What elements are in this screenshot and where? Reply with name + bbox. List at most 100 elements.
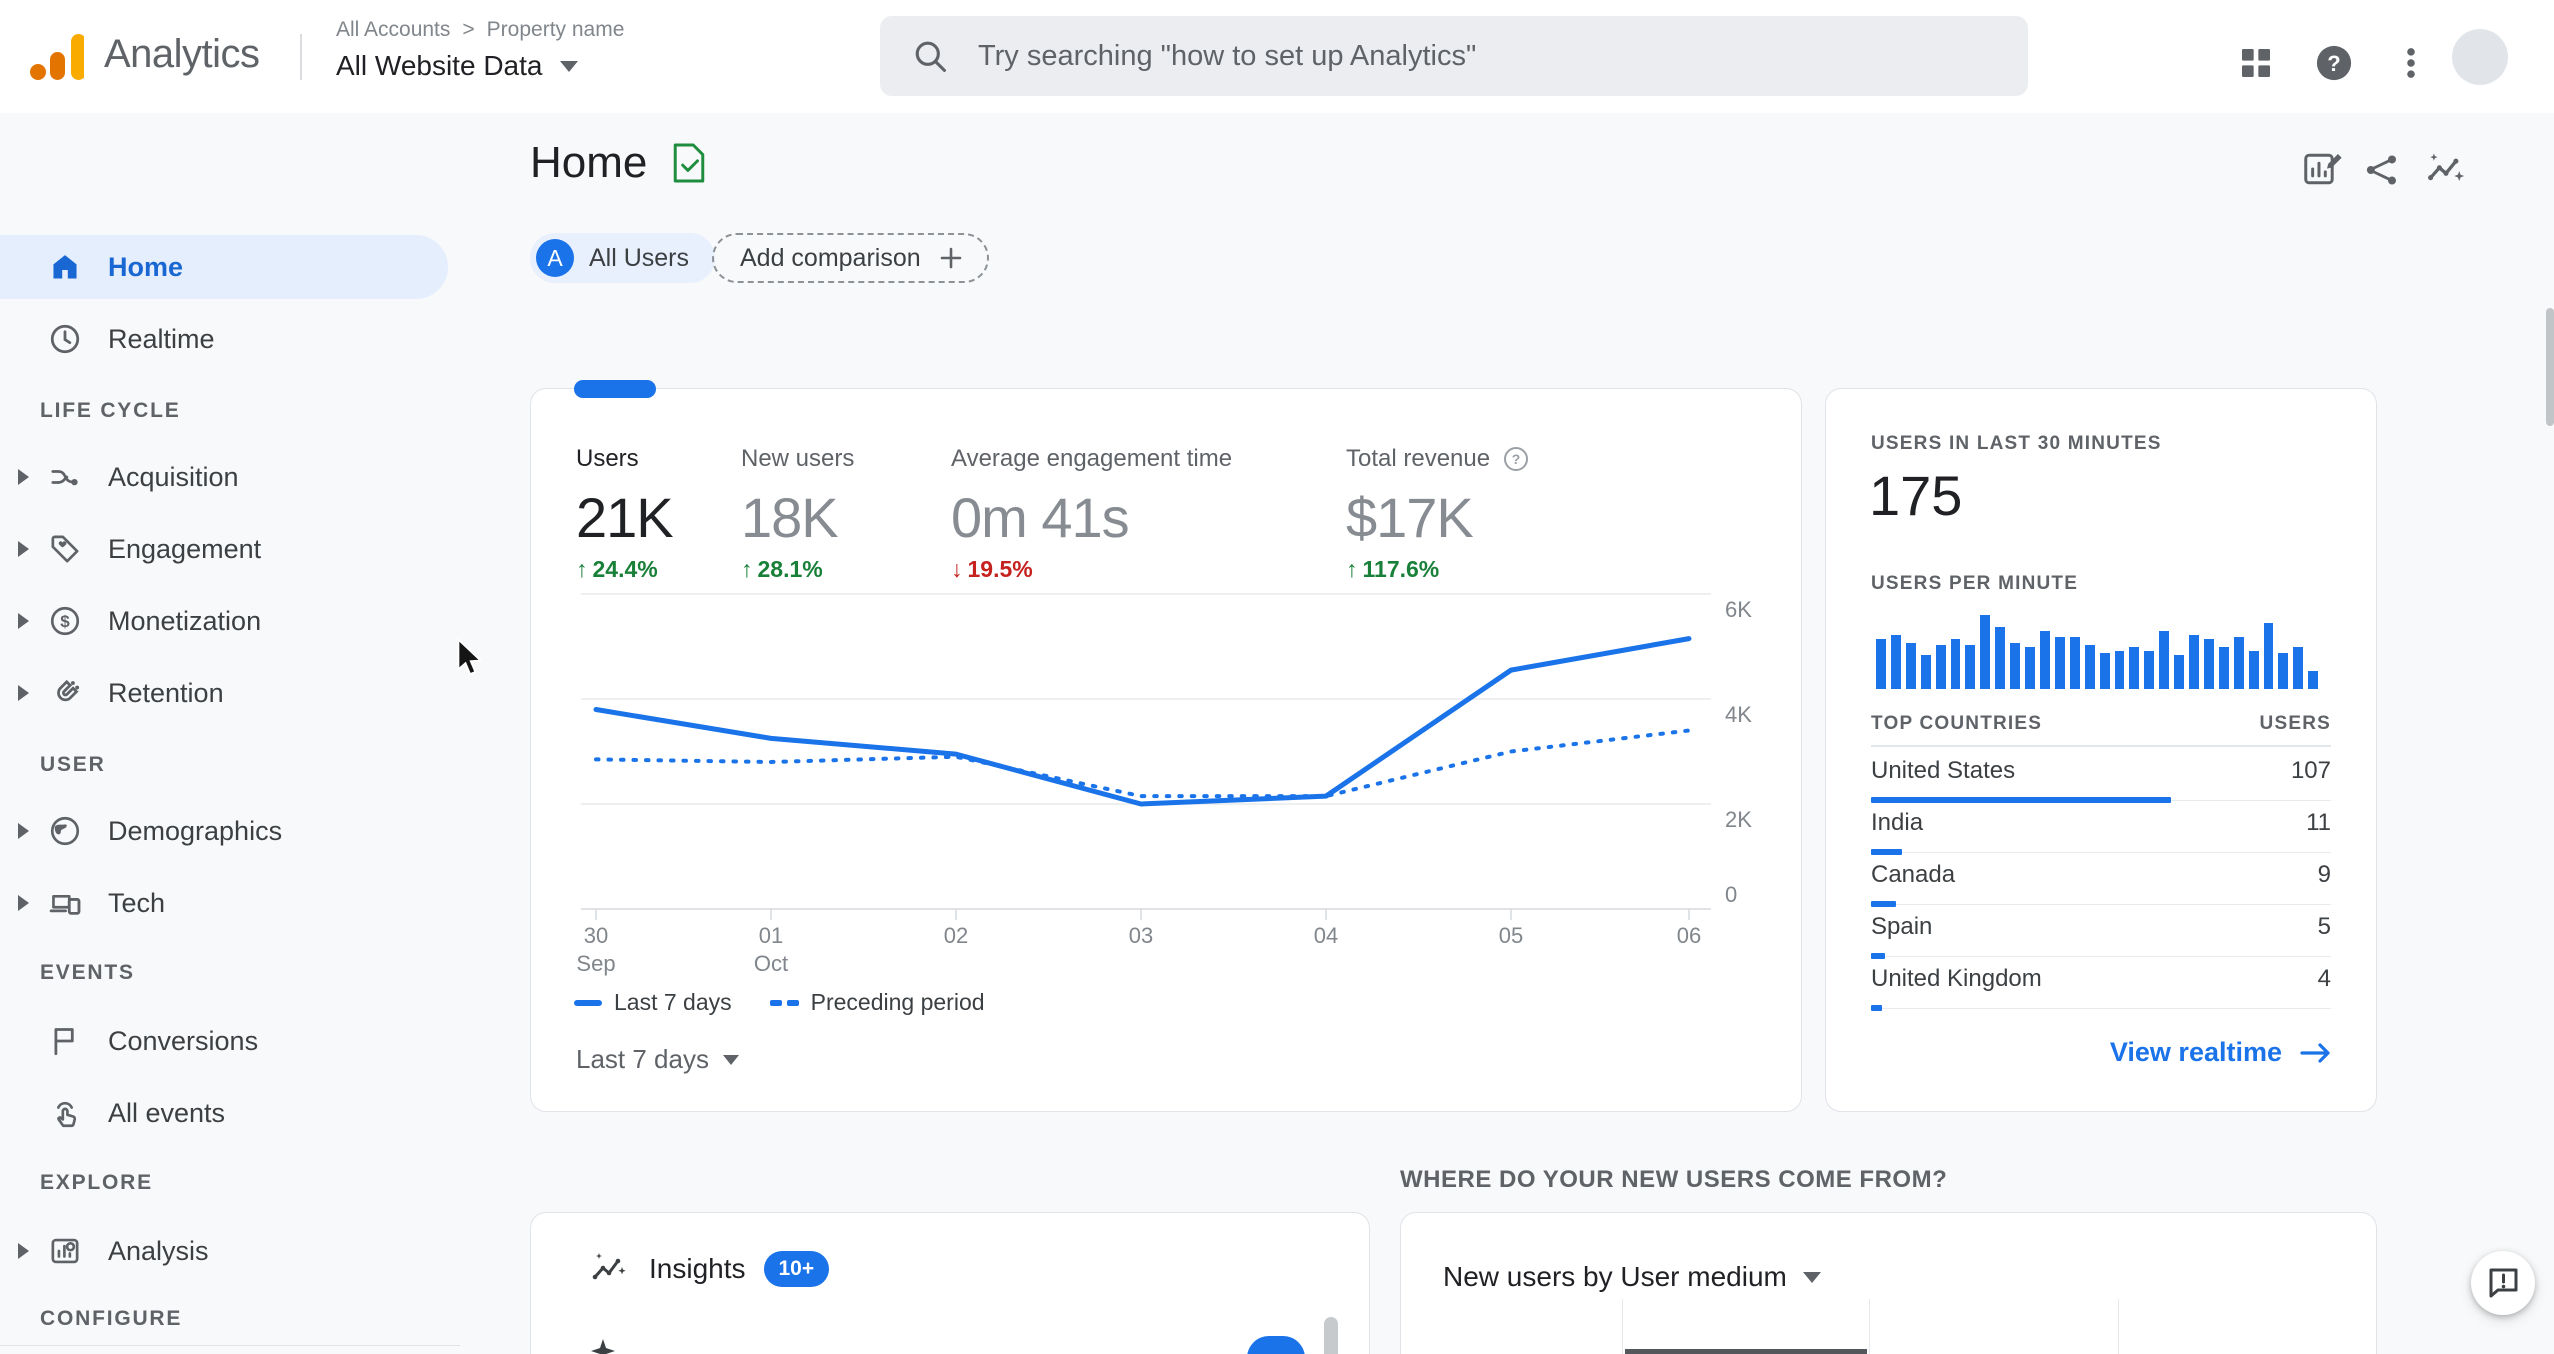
customize-report-icon[interactable] [2300,146,2346,192]
apps-grid-icon[interactable] [2233,40,2279,86]
minute-bar [1980,615,1991,689]
minute-bar [1890,635,1901,689]
sidebar-item-home[interactable]: Home [0,235,448,299]
all-users-chip[interactable]: A All Users [530,233,716,283]
metric-new-users[interactable]: New users 18K ↑ 28.1% [741,444,854,583]
sidebar-item-tech[interactable]: Tech [0,871,448,935]
insights-scrollbar[interactable] [1324,1317,1338,1354]
metric-label: New users [741,445,855,472]
home-icon [48,250,82,284]
country-name: Spain [1871,913,1933,940]
country-row-india: India 11 [1871,801,2331,855]
country-users: 107 [2290,757,2331,784]
view-realtime-link[interactable]: View realtime [2110,1037,2334,1068]
metric-label: Total revenue [1346,445,1491,472]
property-selector[interactable]: All Website Data [336,50,579,82]
chevron-expand-icon[interactable] [18,685,29,701]
more-menu-icon[interactable] [2388,40,2434,86]
realtime-card: USERS IN LAST 30 MINUTES 175 USERS PER M… [1825,388,2377,1112]
sidebar-item-conversions[interactable]: Conversions [0,1009,448,1073]
chevron-expand-icon[interactable] [18,1243,29,1259]
svg-text:6K: 6K [1725,597,1752,622]
chevron-expand-icon[interactable] [18,613,29,629]
insights-count-badge[interactable]: 10+ [763,1251,830,1287]
new-users-card: New users by User medium [1400,1212,2377,1354]
svg-text:0: 0 [1725,882,1737,907]
chart-gridline [2118,1299,2119,1354]
share-icon[interactable] [2362,150,2408,196]
sidebar-item-realtime[interactable]: Realtime [0,307,448,371]
sidebar-item-label: Realtime [108,324,215,354]
minute-bar [2218,647,2229,689]
realtime-users-count: 175 [1869,464,1963,527]
sidebar-item-label: Monetization [108,606,262,636]
page-scrollbar[interactable] [2546,308,2554,426]
chevron-expand-icon[interactable] [18,823,29,839]
metric-label-row: Users [576,444,673,474]
sidebar-item-label: Retention [108,678,224,708]
date-range-label: Last 7 days [576,1044,709,1074]
country-users: 9 [2317,861,2331,888]
country-row-canada: Canada 9 [1871,853,2331,907]
sidebar-item-all-events[interactable]: All events [0,1081,448,1145]
sidebar-item-engagement[interactable]: Engagement [0,517,448,581]
metric-total-revenue[interactable]: Total revenue? $17K ↑ 117.6% [1346,444,1530,583]
monetization-icon: $ [48,604,82,638]
users-per-minute-label: USERS PER MINUTE [1871,573,2079,594]
sidebar-item-label: All events [108,1098,226,1128]
sidebar-item-acquisition[interactable]: Acquisition [0,445,448,509]
sidebar-item-monetization[interactable]: $ Monetization [0,589,448,653]
chart-gridline [1869,1299,1870,1354]
overview-tab-indicator[interactable] [574,380,656,398]
user-avatar[interactable] [2452,29,2508,85]
minute-bar [2114,651,2125,689]
search-bar[interactable] [880,16,2028,96]
sidebar-item-demographics[interactable]: Demographics [0,799,448,863]
feedback-button[interactable] [2471,1251,2535,1315]
breadcrumb[interactable]: All Accounts > Property name [336,18,624,42]
country-row-united-states: United States 107 [1871,749,2331,803]
svg-text:05: 05 [1499,923,1523,948]
minute-bar [2203,639,2214,689]
sidebar-section-user: USER [40,753,106,776]
app-header: Analytics All Accounts > Property name A… [0,0,2554,113]
new-users-bar [1625,1349,1867,1354]
metric-value: 0m 41s [951,486,1130,549]
metric-label-row: Total revenue? [1346,444,1530,474]
metric-average-engagement-time[interactable]: Average engagement time 0m 41s ↓ 19.5% [951,444,1232,583]
date-range-selector[interactable]: Last 7 days [576,1044,739,1075]
svg-text:04: 04 [1314,923,1338,948]
new-users-dimension-selector[interactable]: New users by User medium [1443,1261,1821,1293]
svg-text:06: 06 [1677,923,1701,948]
breadcrumb-account[interactable]: All Accounts [336,18,450,42]
insights-icon[interactable] [2424,148,2470,194]
chevron-expand-icon[interactable] [18,541,29,557]
search-input[interactable] [976,38,1880,74]
metric-value: 18K [741,486,839,549]
sidebar-item-analysis[interactable]: Analysis [0,1219,448,1283]
flag-icon [48,1024,82,1058]
sidebar-item-retention[interactable]: Retention [0,661,448,725]
minute-bar [2159,631,2170,689]
analytics-logo[interactable]: Analytics [28,26,260,82]
add-comparison-button[interactable]: Add comparison [712,233,989,283]
chevron-expand-icon[interactable] [18,895,29,911]
legend-solid-swatch [574,999,602,1006]
minute-bar [2129,647,2140,689]
product-name: Analytics [104,31,260,76]
minute-bar [2010,643,2021,689]
svg-text:4K: 4K [1725,702,1752,727]
svg-text:$: $ [60,612,70,631]
insights-header: Insights 10+ [587,1249,830,1289]
help-icon[interactable]: ? [2311,40,2357,86]
insight-action-pill[interactable] [1247,1336,1305,1354]
ga-home-screen: Analytics All Accounts > Property name A… [0,0,2554,1354]
country-name: United States [1871,757,2016,784]
breadcrumb-property[interactable]: Property name [487,18,625,42]
help-icon[interactable]: ? [1502,445,1530,473]
country-name: United Kingdom [1871,965,2042,992]
minute-bar [2084,645,2095,689]
minute-bar [2174,655,2185,689]
metric-users[interactable]: Users 21K ↑ 24.4% [576,444,674,583]
chevron-expand-icon[interactable] [18,469,29,485]
